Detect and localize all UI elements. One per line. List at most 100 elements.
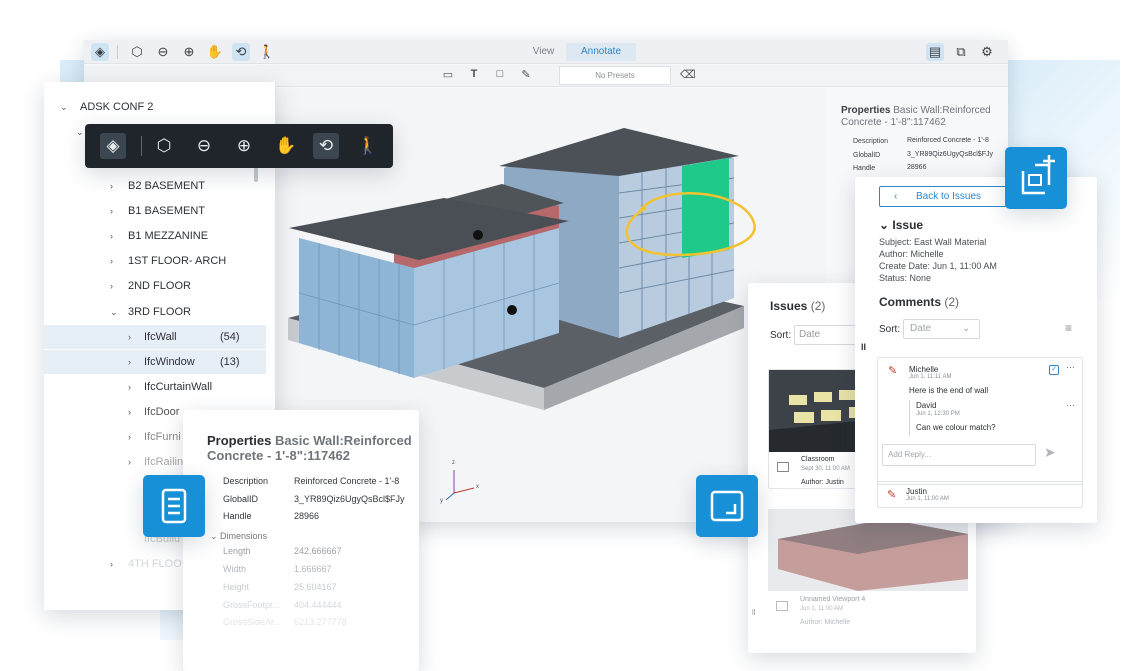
viewport-icon bbox=[710, 490, 744, 522]
orbit-icon[interactable]: ⟲ bbox=[313, 133, 339, 159]
floating-toolbar: ◈ ⬡ ⊖ ⊕ ✋ ⟲ 🚶 bbox=[85, 124, 393, 168]
comment-text: Here is the end of wall bbox=[909, 386, 989, 395]
rectangle-icon[interactable]: □ bbox=[493, 68, 507, 80]
comments-sort-select[interactable]: Date ⌄ bbox=[903, 319, 980, 339]
highlighted-green-wall[interactable] bbox=[682, 158, 729, 258]
tab-view[interactable]: View bbox=[521, 43, 566, 61]
tree-item[interactable]: › B2 BASEMENT bbox=[44, 174, 266, 198]
dim-value: 25.604167 bbox=[294, 582, 337, 592]
chevron-down-icon: ⌄ bbox=[76, 127, 84, 137]
pan-hand-icon[interactable]: ✋ bbox=[206, 43, 224, 61]
issue-author: Author: Michelle bbox=[879, 249, 944, 259]
comments-title-text: Comments bbox=[879, 295, 942, 309]
presets-dropdown[interactable]: No Presets bbox=[559, 66, 671, 85]
more-icon[interactable]: ··· bbox=[1066, 400, 1075, 410]
add-issue-badge[interactable] bbox=[1005, 147, 1067, 209]
dim-key: GrossSideAr... bbox=[223, 617, 282, 627]
tab-annotate[interactable]: Annotate bbox=[566, 43, 636, 61]
send-icon[interactable]: ➤ bbox=[1044, 444, 1056, 461]
tree-item[interactable]: ⌄ 3RD FLOOR bbox=[44, 300, 266, 324]
text-icon[interactable]: T bbox=[467, 68, 481, 80]
add-viewport-icon[interactable]: ⧉ bbox=[952, 43, 970, 61]
viewport-badge[interactable] bbox=[696, 475, 758, 537]
annotation-pin[interactable] bbox=[473, 230, 483, 240]
tree-child-count: (13) bbox=[220, 356, 240, 368]
chevron-down-icon: ⌄ bbox=[210, 531, 221, 541]
tree-root-label: ADSK CONF 2 bbox=[80, 101, 154, 113]
eraser-icon[interactable]: ⌫ bbox=[680, 68, 696, 81]
zoom-out-icon[interactable]: ⊖ bbox=[191, 133, 217, 159]
chevron-left-icon: ‹ bbox=[894, 191, 898, 202]
tree-item-label: B1 BASEMENT bbox=[128, 205, 206, 217]
chevron-down-icon: ⌄ bbox=[110, 307, 118, 317]
zoom-in-icon[interactable]: ⊕ bbox=[180, 43, 198, 61]
dim-value: 1.666667 bbox=[294, 564, 332, 574]
issue-card[interactable]: Unnamed Viewport 4 Jun 1, 11:00 AM Autho… bbox=[768, 509, 968, 653]
tree-item[interactable]: › 2ND FLOOR bbox=[44, 274, 266, 298]
chevron-right-icon: › bbox=[128, 432, 131, 442]
issues-sort-select[interactable]: Date bbox=[794, 325, 864, 345]
prop-key: Description bbox=[223, 476, 269, 486]
dim-value: 6213.277778 bbox=[294, 617, 347, 627]
gear-icon[interactable]: ⚙ bbox=[978, 43, 996, 61]
dim-value: 404.444444 bbox=[294, 600, 342, 610]
issues-title: Issues (2) bbox=[770, 299, 825, 313]
tree-child[interactable]: › IfcWindow (13) bbox=[44, 350, 266, 374]
back-to-issues-button[interactable]: ‹ Back to Issues bbox=[879, 186, 1007, 207]
prop-key: Handle bbox=[223, 511, 252, 521]
reply-input[interactable]: Add Reply... bbox=[882, 444, 1036, 466]
more-icon[interactable]: ··· bbox=[1066, 362, 1075, 372]
walk-person-icon[interactable]: 🚶 bbox=[258, 43, 276, 61]
cube-icon[interactable]: ⬡ bbox=[151, 133, 177, 159]
comment-icon[interactable]: ▭ bbox=[441, 68, 455, 81]
chevron-right-icon: › bbox=[110, 231, 113, 241]
zoom-out-icon[interactable]: ⊖ bbox=[154, 43, 172, 61]
cube-icon[interactable]: ⬡ bbox=[128, 43, 146, 61]
tree-child-label: IfcCurtainWall bbox=[144, 381, 213, 393]
tree-item-label: B2 BASEMENT bbox=[128, 180, 206, 192]
issue-heading[interactable]: ⌄ Issue bbox=[879, 218, 923, 232]
tree-item-label: 1ST FLOOR- ARCH bbox=[128, 255, 227, 267]
tree-item[interactable]: › 1ST FLOOR- ARCH bbox=[44, 249, 266, 273]
viewport-icon bbox=[777, 462, 789, 472]
pencil-icon[interactable]: ✎ bbox=[519, 68, 533, 81]
document-icon[interactable]: ▤ bbox=[926, 43, 944, 61]
layers-icon[interactable]: ◈ bbox=[91, 43, 109, 61]
prop-value: 3_YR89Qiz6UgyQsBcl$FJy bbox=[294, 494, 405, 504]
dim-value: 242.666667 bbox=[294, 546, 342, 556]
tree-child[interactable]: › IfcCurtainWall bbox=[44, 375, 266, 399]
tree-item[interactable]: › B1 BASEMENT bbox=[44, 199, 266, 223]
layers-icon[interactable]: ◈ bbox=[100, 133, 126, 159]
reply-date: Jun 1, 12:30 PM bbox=[916, 411, 960, 417]
pan-hand-icon[interactable]: ✋ bbox=[273, 133, 299, 159]
chevron-down-icon: ⌄ bbox=[879, 218, 893, 232]
issue-subject: Subject: East Wall Material bbox=[879, 237, 987, 247]
resize-handle-icon[interactable]: ll bbox=[861, 342, 866, 352]
tree-child[interactable]: › IfcWall (54) bbox=[44, 325, 266, 349]
tree-item-label: B1 MEZZANINE bbox=[128, 230, 209, 242]
chevron-right-icon: › bbox=[110, 559, 113, 569]
tree-root[interactable]: ⌄ ADSK CONF 2 bbox=[44, 95, 266, 119]
filter-icon[interactable]: ≡ bbox=[1065, 321, 1072, 335]
chevron-right-icon: › bbox=[110, 181, 113, 191]
issue-create-date: Create Date: Jun 1, 11:00 AM bbox=[879, 261, 997, 271]
right-props-key: GlobalID bbox=[853, 152, 881, 159]
annotation-pin[interactable] bbox=[507, 305, 517, 315]
right-props-key: Handle bbox=[853, 165, 876, 172]
tree-item-label: 4TH FLOO bbox=[128, 558, 182, 570]
dim-key: Height bbox=[223, 582, 250, 592]
top-toolbar: ◈ ⬡ ⊖ ⊕ ✋ ⟲ 🚶 View Annotate ▤ ⧉ ⚙ bbox=[84, 40, 1008, 64]
issues-count: (2) bbox=[810, 299, 826, 313]
dimensions-section[interactable]: ⌄ Dimensions bbox=[210, 531, 267, 542]
zoom-in-icon[interactable]: ⊕ bbox=[231, 133, 257, 159]
issue-status: Status: None bbox=[879, 273, 932, 283]
orbit-icon[interactable]: ⟲ bbox=[232, 43, 250, 61]
walk-person-icon[interactable]: 🚶 bbox=[355, 133, 381, 159]
resolve-checkbox[interactable]: ✓ bbox=[1049, 365, 1059, 375]
properties-badge[interactable] bbox=[143, 475, 205, 537]
tree-item[interactable]: › B1 MEZZANINE bbox=[44, 224, 266, 248]
comment-thread: ✎ Michelle Jun 1, 11:11 AM ✓ ··· Here is… bbox=[877, 357, 1083, 485]
axis-y-label: y bbox=[440, 498, 443, 504]
resize-handle-icon[interactable]: ll bbox=[752, 608, 756, 617]
issues-title-text: Issues bbox=[770, 299, 808, 313]
